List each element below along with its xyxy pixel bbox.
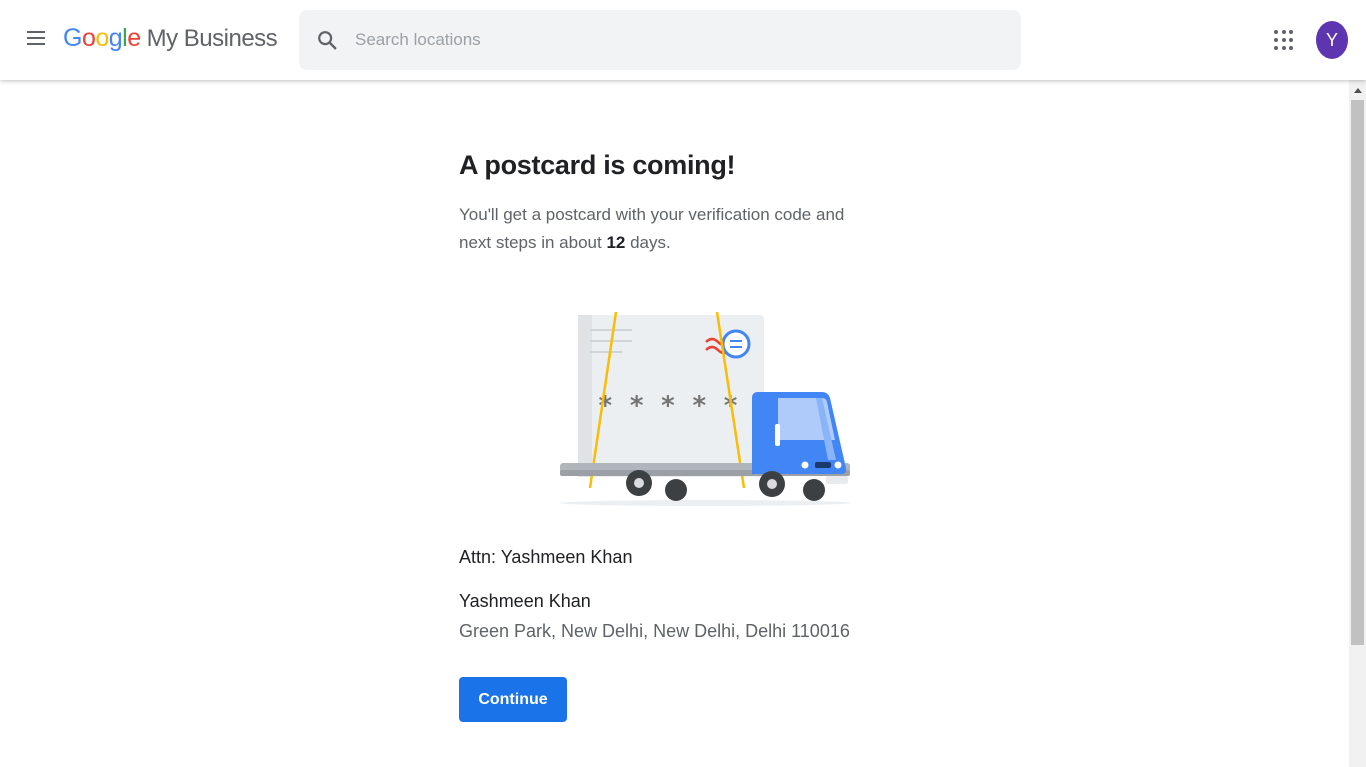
- search-input[interactable]: [355, 30, 955, 50]
- google-letter: o: [95, 24, 109, 52]
- top-app-bar: Google My Business Y: [0, 0, 1366, 80]
- recipient-address: Green Park, New Delhi, New Delhi, Delhi …: [459, 621, 850, 641]
- page-title: A postcard is coming!: [459, 150, 736, 180]
- days-count: 12: [606, 233, 626, 252]
- google-my-business-logo[interactable]: Google My Business: [63, 24, 278, 56]
- description-text-end: days.: [625, 233, 671, 252]
- search-icon[interactable]: [299, 10, 355, 70]
- google-letter: o: [81, 24, 96, 52]
- page-scrollbar[interactable]: [1349, 80, 1366, 767]
- postcard-confirmation-panel: A postcard is coming! You'll get a postc…: [459, 150, 879, 257]
- google-wordmark: Google: [63, 24, 141, 53]
- google-letter: g: [108, 24, 123, 52]
- attention-line: Attn: Yashmeen Khan: [459, 547, 633, 567]
- scroll-up-arrow-icon[interactable]: [1349, 80, 1366, 100]
- recipient-name: Yashmeen Khan: [459, 591, 591, 611]
- verification-code-mask: * * * * *: [598, 391, 739, 421]
- hamburger-menu-icon[interactable]: [22, 28, 50, 52]
- delivery-truck-illustration: * * * * *: [540, 300, 860, 515]
- search-bar[interactable]: [299, 10, 1021, 70]
- google-letter: G: [63, 24, 82, 52]
- apps-grid-icon[interactable]: [1270, 26, 1298, 54]
- scroll-thumb[interactable]: [1351, 100, 1364, 645]
- postcard-description: You'll get a postcard with your verifica…: [459, 201, 879, 257]
- google-letter: e: [127, 24, 141, 52]
- continue-button[interactable]: Continue: [459, 677, 567, 722]
- product-name: My Business: [146, 25, 278, 52]
- account-avatar[interactable]: Y: [1316, 21, 1348, 59]
